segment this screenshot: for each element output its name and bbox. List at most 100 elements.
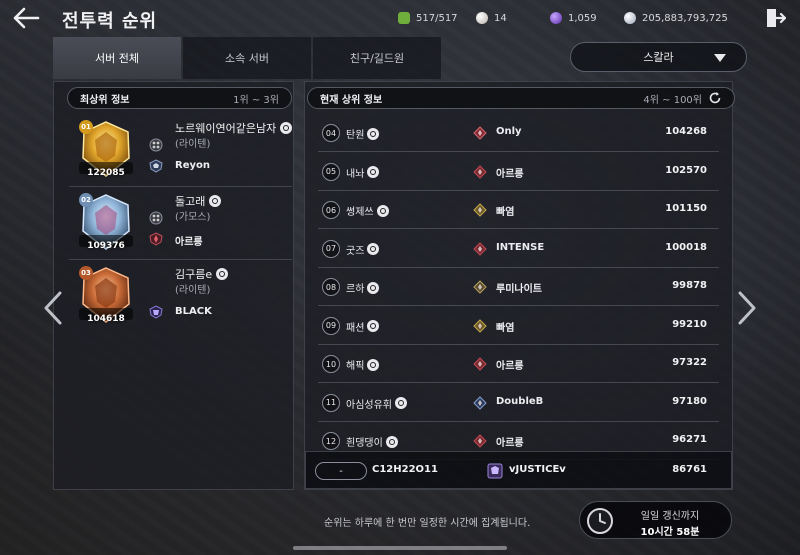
- search-icon[interactable]: [280, 122, 293, 134]
- rank-number: 10: [322, 355, 340, 373]
- search-icon[interactable]: [216, 268, 229, 280]
- next-page-button[interactable]: [736, 290, 758, 326]
- resource-stone: 517/517: [398, 10, 458, 26]
- player-name: 르하: [346, 280, 380, 295]
- guild-name: 아르릉: [496, 438, 524, 449]
- guild-crest-icon: [149, 159, 163, 173]
- ranking-row[interactable]: 06 썽제쓰 빠염 101150: [318, 191, 719, 229]
- top-rankers-header: 최상위 정보 1위 ~ 3위: [67, 87, 292, 109]
- back-button[interactable]: [12, 6, 40, 30]
- combat-power: 97180: [672, 395, 707, 407]
- pearl-icon: [476, 12, 488, 24]
- ranking-list-range: 4위 ~ 100위: [643, 94, 702, 106]
- rank-number: 12: [322, 432, 340, 450]
- search-icon[interactable]: [395, 397, 407, 409]
- ranker-name: 노르웨이연어같은남자: [175, 120, 293, 136]
- combat-power: 99210: [672, 318, 707, 330]
- my-rank-row[interactable]: - C12H22O11 vJUSTICEv 86761: [305, 451, 732, 489]
- guild-name: 빠염: [496, 322, 515, 334]
- player-name: 흰댕댕이: [346, 434, 398, 449]
- player-name-text: 패션: [346, 322, 365, 334]
- search-icon[interactable]: [367, 281, 380, 294]
- ranking-row[interactable]: 09 패션 빠염 99210: [318, 307, 719, 345]
- ranker-server: (가모스): [175, 212, 211, 223]
- resource-pearl: 14: [476, 10, 507, 26]
- search-icon[interactable]: [367, 127, 380, 140]
- guild-crest-icon: [473, 126, 487, 140]
- player-name-text: 내놔: [346, 168, 365, 180]
- silver-coin-icon: [624, 12, 636, 24]
- resource-pearl-value: 14: [494, 12, 507, 24]
- player-name: 탄원: [346, 126, 380, 141]
- ranking-row[interactable]: 05 내놔 아르릉 102570: [318, 153, 719, 191]
- player-name: 내놔: [346, 165, 380, 180]
- search-icon[interactable]: [376, 204, 389, 217]
- rank-number: 07: [322, 239, 340, 258]
- guild-name: 루미나이트: [496, 284, 542, 295]
- search-icon[interactable]: [367, 243, 380, 255]
- search-icon[interactable]: [209, 195, 222, 207]
- tab-friends-guild[interactable]: 친구/길드원: [313, 37, 441, 79]
- rank-number: 06: [322, 201, 340, 219]
- class-icon: [149, 138, 163, 152]
- prev-page-button[interactable]: [42, 290, 64, 326]
- search-icon[interactable]: [367, 166, 380, 178]
- tab-all-servers[interactable]: 서버 전체: [53, 37, 181, 79]
- ranking-list-title: 현재 상위 정보: [320, 94, 383, 106]
- guild-name: 아르릉: [496, 361, 524, 372]
- chevron-down-icon: [714, 54, 726, 62]
- back-arrow-icon: [13, 7, 40, 29]
- my-rank-number: -: [315, 462, 367, 480]
- guild-name: INTENSE: [496, 241, 545, 253]
- ranking-row[interactable]: 10 해픽 아르릉 97322: [318, 345, 719, 383]
- rank-number-badge: 03: [79, 266, 93, 280]
- guild-name: 빠염: [496, 207, 515, 218]
- class-icon: [149, 211, 163, 225]
- resource-silver: 205,883,793,725: [624, 10, 728, 26]
- player-name: 아심성유휘: [346, 396, 407, 411]
- rank-number: 05: [322, 162, 340, 181]
- player-name: 패션: [346, 319, 380, 334]
- exit-button[interactable]: [764, 7, 787, 29]
- player-name: 해픽: [346, 357, 380, 372]
- ranker-name: 돌고래: [175, 193, 222, 209]
- search-icon[interactable]: [367, 320, 380, 332]
- combat-power: 102570: [665, 164, 707, 176]
- server-dropdown[interactable]: 스칼라: [570, 42, 747, 72]
- ranking-row[interactable]: 07 굿즈 INTENSE 100018: [318, 230, 719, 268]
- bronze-rank-emblem: 03 104618: [75, 264, 137, 328]
- ranking-row[interactable]: 08 르하 루미나이트 99878: [318, 268, 719, 306]
- guild-crest-icon: [473, 357, 487, 371]
- ranker-guild: 아르릉: [175, 237, 203, 248]
- chevron-right-icon: [738, 291, 756, 325]
- rank-number: 11: [322, 393, 340, 412]
- resource-silver-value: 205,883,793,725: [642, 12, 728, 24]
- ranker-guild: BLACK: [175, 306, 212, 317]
- ranker-score: 104618: [87, 314, 125, 324]
- ranker-score: 122085: [87, 168, 125, 178]
- ranking-row[interactable]: 04 탄원 Only 104268: [318, 114, 719, 152]
- search-icon[interactable]: [385, 435, 398, 448]
- rank-number-badge: 01: [79, 120, 93, 134]
- update-notice: 순위는 하루에 한 번만 일정한 시간에 집계됩니다.: [324, 518, 531, 529]
- top-rankers-title: 최상위 정보: [80, 94, 130, 106]
- combat-power: 97322: [672, 357, 707, 368]
- guild-crest-icon: [473, 280, 487, 294]
- top-ranker-1[interactable]: 01 122085 노르웨이연어같은남자 (라이텐) Reyon: [69, 114, 293, 187]
- top-ranker-2[interactable]: 02 109376 돌고래 (가모스) 아르릉: [69, 187, 292, 260]
- green-stone-icon: [398, 12, 410, 24]
- chevron-left-icon: [44, 291, 62, 325]
- guild-crest-icon: [473, 241, 487, 256]
- tab-my-server[interactable]: 소속 서버: [183, 37, 311, 79]
- refresh-icon[interactable]: [708, 91, 722, 105]
- search-icon[interactable]: [367, 358, 380, 371]
- player-name-text: 썽제쓰: [346, 207, 374, 218]
- ranking-row[interactable]: 11 아심성유휘 DoubleB 97180: [318, 384, 719, 422]
- exit-door-icon: [767, 9, 787, 27]
- gold-rank-emblem: 01 122085: [75, 118, 137, 182]
- top-ranker-3[interactable]: 03 104618 김구름e (라이텐) BLACK: [69, 260, 292, 333]
- ranker-name: 김구름e: [175, 266, 229, 282]
- combat-power: 99878: [672, 280, 707, 291]
- guild-crest-icon: [473, 395, 487, 410]
- player-name-text: 굿즈: [346, 245, 365, 257]
